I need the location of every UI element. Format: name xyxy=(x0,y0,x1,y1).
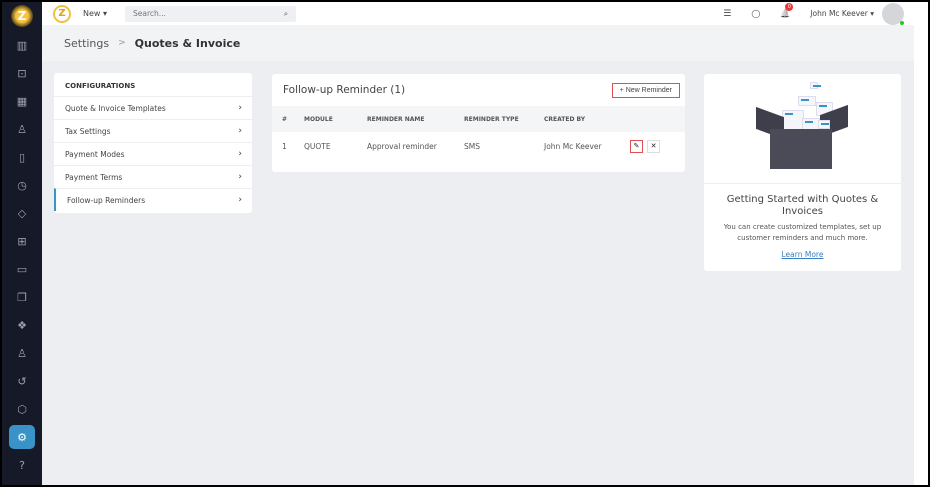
sidebar-item-stack[interactable]: ⬡ xyxy=(9,397,35,421)
sidebar-item-reports[interactable]: ▥ xyxy=(9,33,35,57)
layers-app-icon: ❖ xyxy=(17,318,27,332)
brand-logo[interactable]: Z xyxy=(53,4,71,23)
col-number: # xyxy=(282,115,288,123)
user-icon: ♙ xyxy=(17,346,27,360)
help-icon: ? xyxy=(19,458,25,472)
sidebar-item-map[interactable]: ▯ xyxy=(9,145,35,169)
col-created-by: CREATED BY xyxy=(544,115,586,123)
history-icon: ↺ xyxy=(17,374,27,388)
sidebar-item-documents[interactable]: ❐ xyxy=(9,285,35,309)
col-module: MODULE xyxy=(304,115,333,123)
breadcrumb-separator: > xyxy=(118,38,126,48)
reports-icon: ▥ xyxy=(16,38,28,52)
chat-icon[interactable]: ◯ xyxy=(751,9,760,18)
cell-module: QUOTE xyxy=(304,141,331,151)
configurations-heading: CONFIGURATIONS xyxy=(65,82,136,90)
getting-started-title: Getting Started with Quotes & Invoices xyxy=(726,194,879,217)
panel-title: Follow-up Reminder (1) xyxy=(283,84,406,96)
config-item-tax-settings[interactable]: Tax Settings › xyxy=(54,119,252,142)
col-reminder-name: REMINDER NAME xyxy=(367,115,425,123)
sidebar-item-dashboard[interactable]: ⊞ xyxy=(9,229,35,253)
documents-icon: ❐ xyxy=(17,290,27,304)
config-item-label: Payment Terms xyxy=(65,172,123,182)
follow-up-reminder-panel: Follow-up Reminder (1) + New Reminder # … xyxy=(272,74,685,172)
configurations-panel: CONFIGURATIONS Quote & Invoice Templates… xyxy=(54,73,252,213)
sidebar-item-calendar[interactable]: ▦ xyxy=(9,89,35,113)
folder-icon: ▭ xyxy=(16,262,28,276)
chevron-right-icon: › xyxy=(238,103,242,113)
delete-icon[interactable]: ✕ xyxy=(647,139,660,153)
sidebar-item-contacts[interactable]: ♙ xyxy=(9,117,35,141)
tag-icon: ◇ xyxy=(17,206,27,220)
notifications-button[interactable]: 🔔 0 xyxy=(780,2,794,19)
user-menu[interactable]: John Mc Keever ▾ xyxy=(810,9,874,18)
config-item-quote-invoice-templates[interactable]: Quote & Invoice Templates › xyxy=(54,96,252,119)
list-icon[interactable]: ☰ xyxy=(723,9,731,19)
new-reminder-button[interactable]: + New Reminder xyxy=(611,82,680,98)
sidebar-item-history[interactable]: ↺ xyxy=(9,369,35,393)
cell-reminder-type: SMS xyxy=(464,141,480,151)
search-box: ⌕ xyxy=(125,5,297,22)
sidebar-item-settings[interactable]: ⚙ xyxy=(9,425,35,449)
breadcrumb: Settings > Quotes & Invoice xyxy=(42,25,914,61)
avatar[interactable] xyxy=(882,2,904,25)
settings-icon: ⚙ xyxy=(17,430,27,444)
sidebar-item-briefcase[interactable]: ⊡ xyxy=(9,61,35,85)
sidebar-item-clock[interactable]: ◷ xyxy=(9,173,35,197)
top-bar: Z New ▾ ⌕ ☰ ◯ 🔔 0 John Mc Keever ▾ xyxy=(42,2,914,25)
config-item-payment-modes[interactable]: Payment Modes › xyxy=(54,142,252,165)
sidebar-item-tag[interactable]: ◇ xyxy=(9,201,35,225)
cell-number: 1 xyxy=(282,141,287,151)
sidebar-item-folder[interactable]: ▭ xyxy=(9,257,35,281)
contacts-icon: ♙ xyxy=(17,122,27,136)
dashboard-icon: ⊞ xyxy=(17,234,27,248)
chevron-right-icon: › xyxy=(238,195,242,205)
config-item-label: Follow-up Reminders xyxy=(67,195,146,205)
config-item-label: Payment Modes xyxy=(65,149,125,159)
search-icon[interactable]: ⌕ xyxy=(284,9,288,19)
calendar-icon: ▦ xyxy=(16,94,28,108)
chevron-right-icon: › xyxy=(238,149,242,159)
briefcase-icon: ⊡ xyxy=(17,66,27,80)
sidebar-item-user[interactable]: ♙ xyxy=(9,341,35,365)
cell-reminder-name: Approval reminder xyxy=(367,141,437,151)
col-reminder-type: REMINDER TYPE xyxy=(464,115,519,123)
stack-icon: ⬡ xyxy=(17,402,27,416)
cell-created-by: John Mc Keever xyxy=(544,141,602,151)
config-item-label: Tax Settings xyxy=(65,126,111,136)
learn-more-link[interactable]: Learn More xyxy=(704,250,901,259)
clock-icon: ◷ xyxy=(17,178,27,192)
new-dropdown-button[interactable]: New ▾ xyxy=(83,9,107,18)
config-item-follow-up-reminders[interactable]: Follow-up Reminders › xyxy=(54,188,252,211)
sidebar-item-layers-app[interactable]: ❖ xyxy=(9,313,35,337)
getting-started-text: You can create customized templates, set… xyxy=(723,223,882,242)
table-header: # MODULE REMINDER NAME REMINDER TYPE CRE… xyxy=(272,106,685,132)
right-edge xyxy=(914,2,928,485)
breadcrumb-settings[interactable]: Settings xyxy=(64,37,109,50)
table-row: 1 QUOTE Approval reminder SMS John Mc Ke… xyxy=(272,132,685,160)
getting-started-card: Getting Started with Quotes & Invoices Y… xyxy=(704,74,901,271)
search-input[interactable] xyxy=(133,9,264,18)
app-window: Z ▥ ⊡ ▦ ♙ ▯ ◷ ◇ ⊞ ▭ ❐ ❖ ♙ ↺ ⬡ ⚙? Z New ▾ ⌕ ☰ ◯ 🔔 0 Joh… xyxy=(2,2,928,485)
sidebar: Z ▥ ⊡ ▦ ♙ ▯ ◷ ◇ ⊞ ▭ ❐ ❖ ♙ ↺ ⬡ ⚙? xyxy=(2,2,42,485)
page-title: Quotes & Invoice xyxy=(134,36,241,50)
sidebar-item-help[interactable]: ? xyxy=(9,453,35,477)
notification-badge: 0 xyxy=(785,2,794,11)
app-logo[interactable]: Z xyxy=(11,5,33,27)
edit-icon[interactable]: ✎ xyxy=(630,139,643,153)
config-item-label: Quote & Invoice Templates xyxy=(65,103,166,113)
open-box-illustration xyxy=(704,74,901,184)
chevron-right-icon: › xyxy=(238,126,242,136)
map-icon: ▯ xyxy=(18,150,26,164)
chevron-right-icon: › xyxy=(238,172,242,182)
config-item-payment-terms[interactable]: Payment Terms › xyxy=(54,165,252,188)
